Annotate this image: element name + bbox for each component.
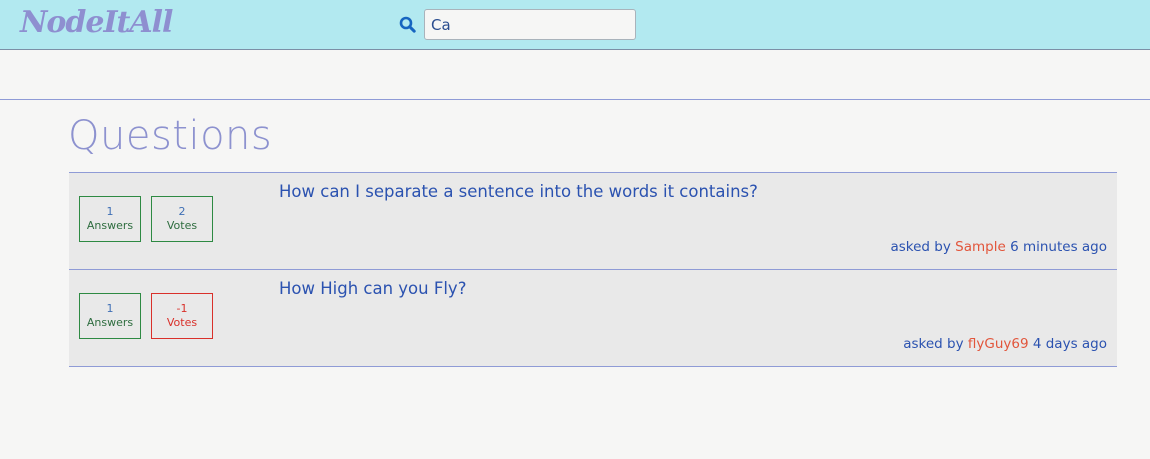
question-row: 1 Answers -1 Votes How High can you Fly?… xyxy=(69,270,1117,367)
question-title-link[interactable]: How High can you Fly? xyxy=(279,279,466,298)
asked-time: 6 minutes ago xyxy=(1010,239,1107,255)
site-logo[interactable]: NodeItAll xyxy=(20,3,173,43)
votes-label: Votes xyxy=(166,219,198,232)
author-link[interactable]: Sample xyxy=(955,239,1006,255)
page-title: Questions xyxy=(68,113,273,159)
answers-label: Answers xyxy=(86,316,134,329)
question-meta: asked by flyGuy69 4 days ago xyxy=(903,336,1107,352)
asked-time: 4 days ago xyxy=(1032,336,1107,352)
search-icon[interactable] xyxy=(399,16,416,33)
question-title-link[interactable]: How can I separate a sentence into the w… xyxy=(279,182,758,201)
answers-count: 1 xyxy=(106,302,114,315)
answers-count-box: 1 Answers xyxy=(79,293,141,339)
author-link[interactable]: flyGuy69 xyxy=(968,336,1029,352)
asked-by-label: asked by xyxy=(903,336,964,352)
header-divider xyxy=(0,99,1150,100)
question-list: 1 Answers 2 Votes How can I separate a s… xyxy=(69,172,1117,367)
search-input[interactable] xyxy=(424,9,636,40)
votes-count-box: 2 Votes xyxy=(151,196,213,242)
answers-count-box: 1 Answers xyxy=(79,196,141,242)
votes-label: Votes xyxy=(166,316,198,329)
answers-label: Answers xyxy=(86,219,134,232)
top-navbar: NodeItAll xyxy=(0,0,1150,50)
question-row: 1 Answers 2 Votes How can I separate a s… xyxy=(69,173,1117,270)
question-meta: asked by Sample 6 minutes ago xyxy=(890,239,1107,255)
asked-by-label: asked by xyxy=(890,239,951,255)
answers-count: 1 xyxy=(106,205,114,218)
votes-count-box: -1 Votes xyxy=(151,293,213,339)
votes-count: 2 xyxy=(178,205,186,218)
votes-count: -1 xyxy=(176,302,188,315)
